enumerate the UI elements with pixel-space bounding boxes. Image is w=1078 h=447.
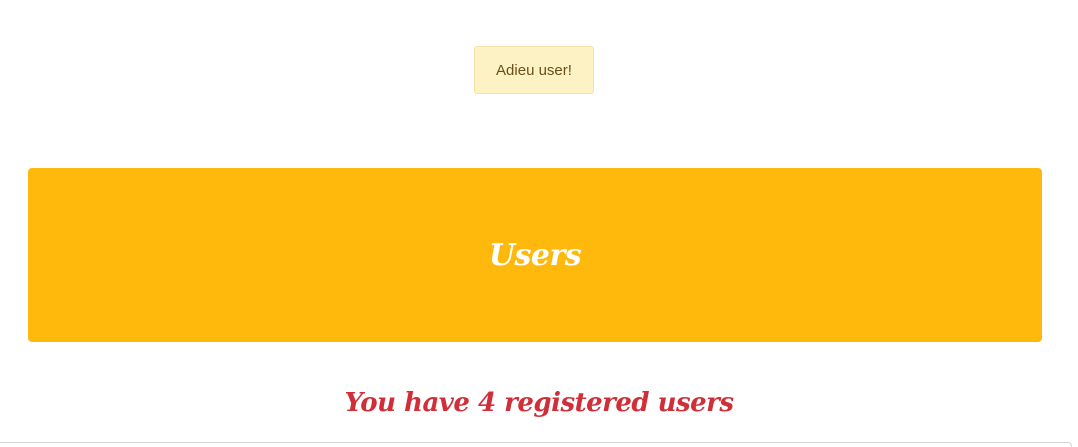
flash-notice: Adieu user! — [474, 46, 594, 94]
users-table — [0, 442, 1072, 447]
users-page: Adieu user! Users You have 4 registered … — [0, 0, 1078, 447]
hero-banner: Users — [28, 168, 1042, 342]
page-title: Users — [488, 237, 582, 273]
flash-message: Adieu user! — [496, 61, 572, 79]
registered-users-count: You have 4 registered users — [344, 388, 734, 418]
